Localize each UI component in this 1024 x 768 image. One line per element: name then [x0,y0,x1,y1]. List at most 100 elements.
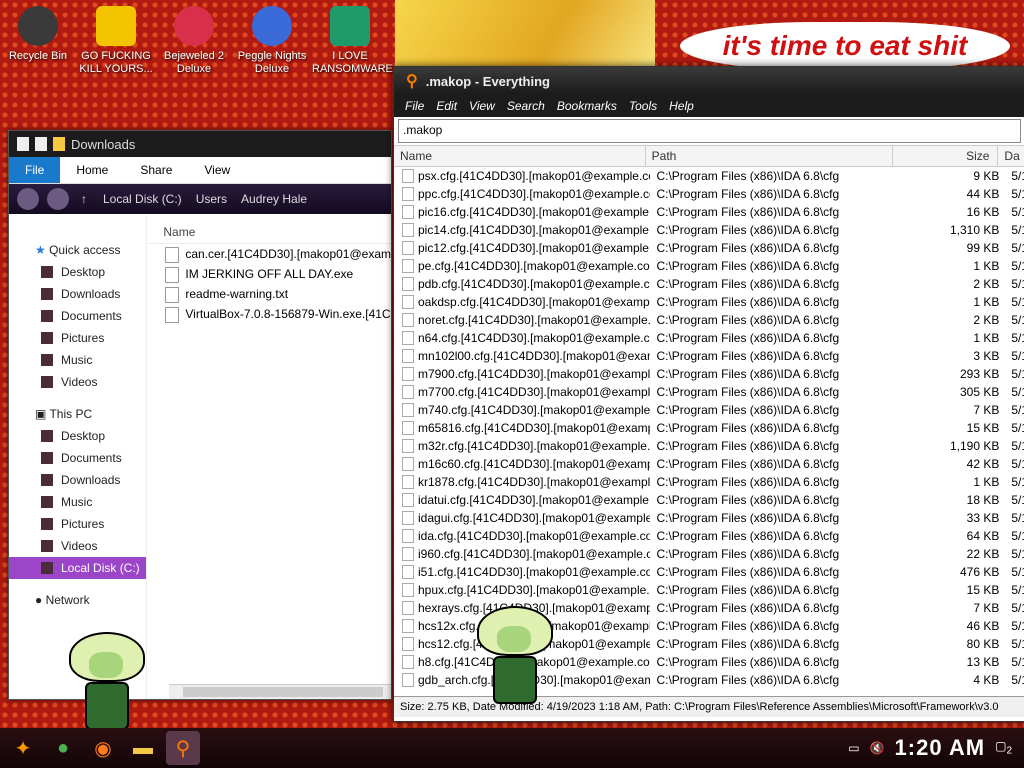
file-item[interactable]: IM JERKING OFF ALL DAY.exe [147,264,391,284]
desktop-icon-recycle-bin[interactable]: Recycle Bin [0,6,76,63]
result-name-text: pic12.cfg.[41C4DD30].[makop01@example.c.… [418,241,651,255]
search-input[interactable]: .makop [398,119,1021,143]
result-row[interactable]: ida.cfg.[41C4DD30].[makop01@example.com.… [394,527,1024,545]
nav-this-pc[interactable]: ▣ This PC [9,403,146,425]
menu-view[interactable]: View [464,99,500,113]
properties-icon[interactable] [35,137,47,151]
desktop-icon-bejeweled[interactable]: Bejeweled 2 Deluxe [156,6,232,76]
up-arrow-icon[interactable]: ↑ [81,192,87,206]
result-row[interactable]: pdb.cfg.[41C4DD30].[makop01@example.co..… [394,275,1024,293]
result-row[interactable]: ppc.cfg.[41C4DD30].[makop01@example.co..… [394,185,1024,203]
wallpaper-character [395,0,655,68]
forward-button[interactable] [47,188,69,210]
result-size: 33 KB [966,511,1000,525]
breadcrumb-users[interactable]: Users [196,192,227,206]
menu-search[interactable]: Search [502,99,550,113]
result-row[interactable]: m16c60.cfg.[41C4DD30].[makop01@example..… [394,455,1024,473]
result-row[interactable]: m740.cfg.[41C4DD30].[makop01@example.c..… [394,401,1024,419]
nav-pc-local-disk[interactable]: Local Disk (C:) [9,557,147,579]
chrome-icon[interactable]: ● [46,731,80,765]
column-name[interactable]: Name [394,146,646,166]
desktop-icon-shortcut[interactable]: GO FUCKING KILL YOURS... [78,6,154,76]
horizontal-scrollbar[interactable] [169,684,391,699]
nav-item-documents[interactable]: Documents [9,305,146,327]
file-item[interactable]: can.cer.[41C4DD30].[makop01@exam [147,244,391,264]
result-row[interactable]: m7900.cfg.[41C4DD30].[makop01@example...… [394,365,1024,383]
nav-item-pictures[interactable]: Pictures [9,327,146,349]
result-row[interactable]: pic12.cfg.[41C4DD30].[makop01@example.c.… [394,239,1024,257]
result-path: C:\Program Files (x86)\IDA 6.8\cfg [656,529,840,543]
result-row[interactable]: idatui.cfg.[41C4DD30].[makop01@example.c… [394,491,1024,509]
tab-share[interactable]: Share [124,157,188,183]
result-date: 5/1 [1011,655,1024,669]
start-icon[interactable]: ✦ [6,731,40,765]
menu-help[interactable]: Help [664,99,699,113]
file-icon [402,529,414,543]
result-row[interactable]: pic14.cfg.[41C4DD30].[makop01@example.c.… [394,221,1024,239]
nav-item-music[interactable]: Music [9,349,146,371]
result-row[interactable]: hpux.cfg.[41C4DD30].[makop01@example.co.… [394,581,1024,599]
result-size: 64 KB [966,529,1000,543]
result-row[interactable]: m32r.cfg.[41C4DD30].[makop01@example.c..… [394,437,1024,455]
result-row[interactable]: i960.cfg.[41C4DD30].[makop01@example.co.… [394,545,1024,563]
file-item[interactable]: VirtualBox-7.0.8-156879-Win.exe.[41C [147,304,391,324]
file-explorer-icon[interactable]: ▬ [126,731,160,765]
result-row[interactable]: noret.cfg.[41C4DD30].[makop01@example.c.… [394,311,1024,329]
file-icon [402,421,414,435]
result-name: pic14.cfg.[41C4DD30].[makop01@example.c.… [394,221,650,239]
tab-view[interactable]: View [188,157,246,183]
nav-network[interactable]: ● Network [9,589,146,611]
result-date: 5/1 [1011,475,1024,489]
network-icon[interactable]: ▭ [848,741,859,755]
result-date: 5/1 [1011,601,1024,615]
result-row[interactable]: i51.cfg.[41C4DD30].[makop01@example.com.… [394,563,1024,581]
nav-pc-pictures[interactable]: Pictures [9,513,146,535]
result-row[interactable]: kr1878.cfg.[41C4DD30].[makop01@example..… [394,473,1024,491]
recycle-bin-icon [18,6,58,46]
menu-edit[interactable]: Edit [431,99,462,113]
result-row[interactable]: idagui.cfg.[41C4DD30].[makop01@example.c… [394,509,1024,527]
menu-file[interactable]: File [400,99,429,113]
nav-pc-desktop[interactable]: Desktop [9,425,146,447]
scrollbar-thumb[interactable] [183,687,383,697]
result-row[interactable]: m7700.cfg.[41C4DD30].[makop01@example...… [394,383,1024,401]
result-row[interactable]: pic16.cfg.[41C4DD30].[makop01@example.c.… [394,203,1024,221]
menu-tools[interactable]: Tools [624,99,662,113]
nav-quick-access[interactable]: ★ Quick access [9,239,146,261]
column-date[interactable]: Da [998,146,1024,166]
result-row[interactable]: m65816.cfg.[41C4DD30].[makop01@exampl...… [394,419,1024,437]
clock[interactable]: 1:20 AM [895,735,986,761]
breadcrumb-local-disk[interactable]: Local Disk (C:) [103,192,182,206]
result-row[interactable]: mn102l00.cfg.[41C4DD30].[makop01@exam...… [394,347,1024,365]
desktop-icon-peggle[interactable]: Peggle Nights Deluxe [234,6,310,76]
tab-home[interactable]: Home [60,157,124,183]
nav-item-downloads[interactable]: Downloads [9,283,146,305]
nav-pc-videos[interactable]: Videos [9,535,146,557]
result-size: 46 KB [966,619,1000,633]
result-row[interactable]: n64.cfg.[41C4DD30].[makop01@example.co..… [394,329,1024,347]
file-item[interactable]: readme-warning.txt [147,284,391,304]
column-size[interactable]: Size [893,146,999,166]
nav-pc-music[interactable]: Music [9,491,146,513]
file-icon [402,565,414,579]
firefox-icon[interactable]: ◉ [86,731,120,765]
tab-file[interactable]: File [9,157,61,183]
volume-icon[interactable]: 🔇 [870,741,885,755]
result-row[interactable]: psx.cfg.[41C4DD30].[makop01@example.co..… [394,167,1024,185]
result-row[interactable]: pe.cfg.[41C4DD30].[makop01@example.com..… [394,257,1024,275]
nav-pc-documents[interactable]: Documents [9,447,146,469]
back-button[interactable] [17,188,39,210]
nav-label: Videos [61,539,98,553]
everything-search-icon[interactable]: ⚲ [166,731,200,765]
nav-pc-downloads[interactable]: Downloads [9,469,146,491]
result-row[interactable]: oakdsp.cfg.[41C4DD30].[makop01@example..… [394,293,1024,311]
menu-bookmarks[interactable]: Bookmarks [552,99,622,113]
nav-item-videos[interactable]: Videos [9,371,146,393]
breadcrumb-user[interactable]: Audrey Hale [241,192,307,206]
desktop-icon-label: Peggle Nights Deluxe [237,50,307,75]
nav-item-desktop[interactable]: Desktop [9,261,146,283]
column-header-name[interactable]: Name [147,221,391,244]
column-path[interactable]: Path [646,146,894,166]
desktop-icon-ransomware[interactable]: I LOVE RANSOMWARE [312,6,393,76]
notification-icon[interactable]: ▢2 [995,739,1012,756]
